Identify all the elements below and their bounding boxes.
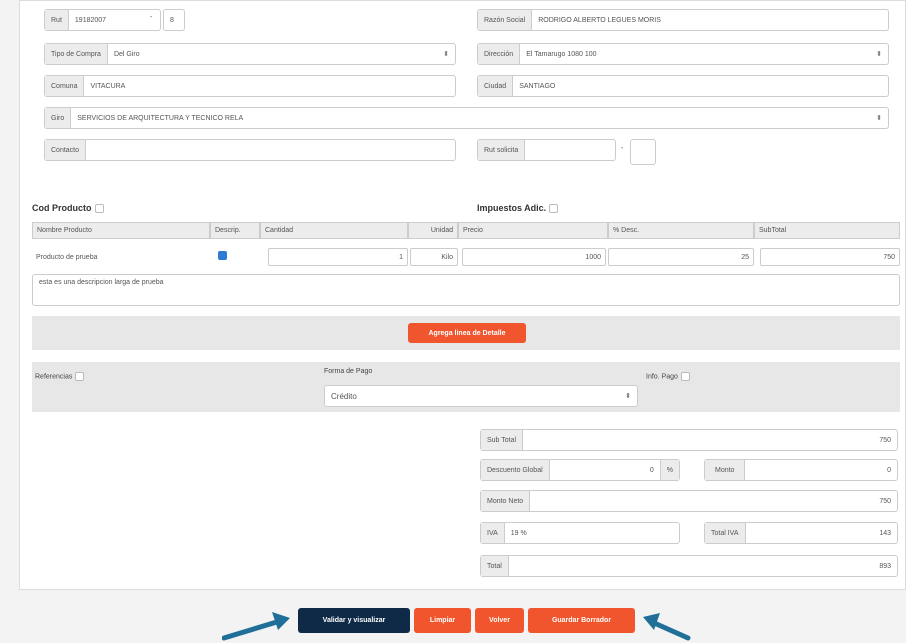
rut-solicita-input[interactable]	[525, 140, 615, 160]
cod-producto-header: Cod Producto	[32, 203, 104, 214]
descuento-input[interactable]: 0	[550, 460, 660, 480]
info-pago-checkbox[interactable]	[680, 372, 690, 381]
guardar-borrador-button[interactable]: Guardar Borrador	[528, 608, 635, 633]
descrip-checkbox-checked[interactable]	[218, 251, 227, 260]
tipo-compra-field[interactable]: Tipo de Compra Del Giro ⬍	[44, 43, 456, 65]
razon-social-input[interactable]: RODRIGO ALBERTO LEGUES MORIS	[532, 10, 888, 30]
monto-field: Monto 0	[704, 459, 898, 481]
rut-solicita-label: Rut solicita	[478, 140, 526, 160]
direccion-value: El Tamarugo 1080 100	[526, 50, 597, 58]
tipo-compra-value: Del Giro	[113, 50, 140, 58]
rut-dash: -	[150, 14, 153, 21]
info-pago-header: Info. Pago	[646, 372, 690, 381]
monto-neto-label: Monto Neto	[481, 491, 531, 511]
iva-rate: 19 %	[510, 529, 527, 537]
giro-label: Giro	[45, 108, 72, 128]
col-cantidad: Cantidad	[260, 222, 408, 239]
forma-pago-label: Forma de Pago	[324, 368, 373, 375]
arrow-left-icon	[643, 613, 691, 641]
total-value: 893	[879, 562, 891, 570]
cod-producto-label: Cod Producto	[32, 203, 92, 213]
volver-button[interactable]: Volver	[475, 608, 524, 633]
col-unidad: Unidad	[408, 222, 458, 239]
col-desc: % Desc.	[608, 222, 754, 239]
select-caret-icon: ⬍	[876, 115, 882, 122]
contacto-label: Contacto	[45, 140, 87, 160]
referencias-label: Referencias	[35, 373, 73, 381]
total-label: Total	[481, 556, 509, 576]
ciudad-field[interactable]: Ciudad SANTIAGO	[477, 75, 889, 97]
razon-social-field[interactable]: Razón Social RODRIGO ALBERTO LEGUES MORI…	[477, 9, 889, 31]
monto-label: Monto	[705, 460, 746, 480]
subtotal-label: Sub Total	[481, 430, 524, 450]
descuento-label: Descuento Global	[481, 460, 550, 480]
impuestos-label: Impuestos Adic.	[477, 203, 547, 213]
row-desc-input[interactable]: 25	[608, 248, 754, 266]
forma-pago-value: Crédito	[331, 391, 357, 401]
tipo-compra-select[interactable]: Del Giro ⬍	[108, 44, 455, 64]
comuna-field[interactable]: Comuna VITACURA	[44, 75, 456, 97]
giro-select[interactable]: SERVICIOS DE ARQUITECTURA Y TECNICO RELA…	[71, 108, 888, 128]
rut-solicita-field[interactable]: Rut solicita	[477, 139, 616, 161]
total-iva-value: 143	[879, 529, 891, 537]
ciudad-input[interactable]: SANTIAGO	[513, 76, 888, 96]
rut-solicita-dash: -	[621, 145, 624, 152]
direccion-label: Dirección	[478, 44, 521, 64]
subtotal-field: Sub Total 750	[480, 429, 898, 451]
giro-field[interactable]: Giro SERVICIOS DE ARQUITECTURA Y TECNICO…	[44, 107, 889, 129]
row-precio-input[interactable]: 1000	[462, 248, 606, 266]
row-subtotal-input[interactable]: 750	[760, 248, 900, 266]
comuna-input[interactable]: VITACURA	[84, 76, 455, 96]
validar-visualizar-button[interactable]: Validar y visualizar	[298, 608, 410, 633]
rut-solicita-dv-input[interactable]	[630, 139, 656, 165]
total-field: Total 893	[480, 555, 898, 577]
forma-pago-select[interactable]: Crédito ⬍	[324, 385, 638, 407]
total-iva-field: Total IVA 143	[704, 522, 898, 544]
tipo-compra-label: Tipo de Compra	[45, 44, 108, 64]
select-caret-icon: ⬍	[625, 393, 631, 400]
arrow-right-icon	[222, 612, 290, 641]
giro-value: SERVICIOS DE ARQUITECTURA Y TECNICO RELA	[77, 114, 244, 122]
monto-neto-value: 750	[879, 497, 891, 505]
select-caret-icon: ⬍	[443, 51, 449, 58]
razon-social-label: Razón Social	[478, 10, 533, 30]
info-pago-label: Info. Pago	[646, 373, 678, 381]
descuento-unit: %	[659, 460, 679, 480]
row-cantidad-input[interactable]: 1	[268, 248, 408, 266]
monto-neto-field: Monto Neto 750	[480, 490, 898, 512]
iva-label: IVA	[481, 523, 505, 543]
ciudad-label: Ciudad	[478, 76, 514, 96]
impuestos-header: Impuestos Adic.	[477, 203, 559, 214]
iva-field: IVA 19 %	[480, 522, 680, 544]
add-detail-line-button[interactable]: Agrega linea de Detalle	[408, 323, 526, 343]
row-nombre-input[interactable]: Producto de prueba	[32, 248, 208, 266]
direccion-field[interactable]: Dirección El Tamarugo 1080 100 ⬍	[477, 43, 889, 65]
limpiar-button[interactable]: Limpiar	[414, 608, 471, 633]
comuna-label: Comuna	[45, 76, 85, 96]
col-precio: Precio	[458, 222, 608, 239]
col-nombre-producto: Nombre Producto	[32, 222, 210, 239]
monto-value: 0	[887, 466, 891, 474]
row-unidad-input[interactable]: Kilo	[410, 248, 458, 266]
descuento-field[interactable]: Descuento Global 0 %	[480, 459, 680, 481]
direccion-select[interactable]: El Tamarugo 1080 100 ⬍	[520, 44, 888, 64]
rut-label: Rut	[45, 10, 69, 30]
referencias-header: Referencias	[35, 372, 85, 381]
referencias-checkbox[interactable]	[75, 372, 85, 381]
col-subtotal: SubTotal	[754, 222, 900, 239]
contacto-input[interactable]	[86, 140, 455, 160]
description-textarea[interactable]: esta es una descripcion larga de prueba	[32, 274, 900, 306]
cod-producto-checkbox[interactable]	[94, 204, 104, 214]
contacto-field[interactable]: Contacto	[44, 139, 456, 161]
rut-input[interactable]: 19182007	[69, 10, 160, 30]
col-descrip: Descrip.	[210, 222, 260, 239]
total-iva-label: Total IVA	[705, 523, 746, 543]
rut-dv-input[interactable]: 8	[163, 9, 185, 31]
select-caret-icon: ⬍	[876, 51, 882, 58]
rut-field[interactable]: Rut 19182007	[44, 9, 161, 31]
impuestos-checkbox[interactable]	[549, 204, 559, 214]
subtotal-value: 750	[879, 436, 891, 444]
